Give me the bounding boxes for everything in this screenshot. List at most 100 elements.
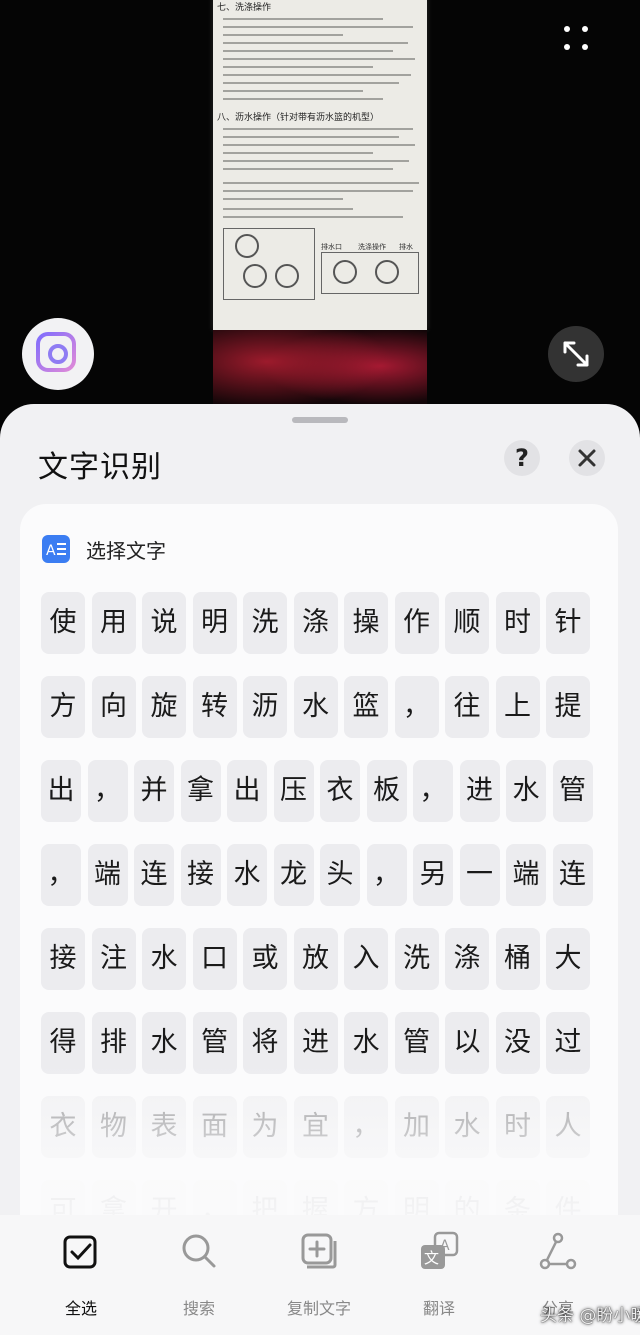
char-token[interactable]: 使 — [41, 592, 85, 654]
char-token[interactable]: 压 — [273, 760, 314, 822]
char-token[interactable]: 衣 — [320, 760, 360, 822]
char-token[interactable]: 进 — [459, 760, 500, 822]
char-token[interactable]: 管 — [552, 760, 593, 822]
char-token[interactable]: 板 — [366, 760, 407, 822]
translate-button[interactable]: A 文 翻译 — [384, 1231, 494, 1321]
text-line: 使用说明洗涤操作顺时针 — [41, 592, 601, 654]
panel-label: 排水 — [399, 243, 413, 251]
char-token[interactable]: 洗 — [243, 592, 287, 654]
text-line: ，端连接水龙头，另一端连 — [41, 844, 601, 906]
char-token[interactable]: 注 — [91, 928, 136, 990]
char-token[interactable]: 接 — [41, 928, 85, 990]
char-token[interactable]: 涤 — [293, 592, 338, 654]
char-token[interactable]: 用 — [91, 592, 136, 654]
char-token[interactable]: 水 — [506, 760, 546, 822]
search-label: 搜索 — [182, 1299, 215, 1318]
char-token[interactable]: 说 — [142, 592, 186, 654]
char-token[interactable]: 出 — [227, 760, 267, 822]
char-token[interactable]: 龙 — [273, 844, 314, 906]
select-text-icon: A — [42, 535, 70, 563]
char-token[interactable]: 出 — [41, 760, 81, 822]
copy-text-label: 复制文字 — [286, 1299, 351, 1318]
panel-label: 洗涤操作 — [358, 243, 386, 251]
char-token[interactable]: ， — [413, 760, 453, 822]
char-token[interactable]: ， — [87, 760, 128, 822]
char-token[interactable]: 旋 — [142, 676, 186, 738]
char-token[interactable]: 针 — [546, 592, 590, 654]
char-token[interactable]: 口 — [192, 928, 237, 990]
recognized-text-card: A 选择文字 使用说明洗涤操作顺时针方向旋转沥水篮，往上提出，并拿出压衣板，进水… — [20, 504, 618, 1244]
char-token[interactable]: 头 — [320, 844, 360, 906]
char-token[interactable]: 洗 — [394, 928, 439, 990]
char-token[interactable]: 水 — [293, 676, 338, 738]
select-all-icon — [63, 1235, 97, 1269]
document-heading: 七、洗涤操作 — [217, 3, 272, 13]
char-token[interactable]: 拿 — [180, 760, 221, 822]
char-token[interactable]: 端 — [87, 844, 128, 906]
more-options-button[interactable] — [556, 18, 596, 58]
translate-label: 翻译 — [422, 1299, 455, 1318]
camera-preview: 七、洗涤操作 八、沥水操作（针对带有沥水篮的机型） 排水口 洗涤操作 排水 — [0, 0, 640, 420]
sheet-title: 文字识别 — [38, 450, 162, 485]
copy-text-button[interactable]: 复制文字 — [264, 1231, 374, 1321]
char-token[interactable]: 沥 — [243, 676, 287, 738]
text-line: 接注水口或放入洗涤桶大 — [41, 928, 601, 990]
char-token[interactable]: 操 — [344, 592, 388, 654]
char-token[interactable]: 桶 — [495, 928, 540, 990]
text-line: 方向旋转沥水篮，往上提 — [41, 676, 601, 738]
svg-text:文: 文 — [424, 1249, 439, 1267]
char-token[interactable]: 向 — [91, 676, 136, 738]
select-text-row[interactable]: A 选择文字 — [42, 532, 166, 566]
sheet-grabber[interactable] — [292, 417, 348, 423]
char-token[interactable]: 端 — [506, 844, 546, 906]
char-token[interactable]: 一 — [459, 844, 500, 906]
text-line: 出，并拿出压衣板，进水管 — [41, 760, 601, 822]
scanned-document: 七、洗涤操作 八、沥水操作（针对带有沥水篮的机型） 排水口 洗涤操作 排水 — [213, 0, 427, 330]
char-token[interactable]: 连 — [134, 844, 174, 906]
scan-lens-button[interactable] — [22, 318, 94, 390]
char-token[interactable]: 或 — [243, 928, 287, 990]
expand-button[interactable] — [548, 326, 604, 382]
char-token[interactable]: 大 — [546, 928, 590, 990]
char-token[interactable]: 放 — [293, 928, 338, 990]
translate-icon: A 文 — [421, 1231, 459, 1269]
char-token[interactable]: ， — [366, 844, 407, 906]
text-recognition-sheet: 文字识别 ? A 选择文字 使用说明洗涤操作顺时针方向旋转沥水篮，往上提出，并拿… — [0, 404, 640, 1335]
char-token[interactable]: 顺 — [445, 592, 489, 654]
char-token[interactable]: 水 — [142, 928, 186, 990]
svg-text:A: A — [46, 543, 56, 559]
char-token[interactable]: 接 — [180, 844, 221, 906]
document-heading: 八、沥水操作（针对带有沥水篮的机型） — [217, 113, 380, 123]
char-token[interactable]: 方 — [41, 676, 85, 738]
char-token[interactable]: 并 — [134, 760, 174, 822]
char-token[interactable]: 涤 — [445, 928, 489, 990]
char-token[interactable]: 时 — [495, 592, 540, 654]
select-all-label: 全选 — [64, 1299, 97, 1318]
help-button[interactable]: ? — [504, 440, 540, 476]
char-token[interactable]: ， — [394, 676, 439, 738]
watermark: 头条 @盼小暖 — [540, 1306, 640, 1326]
select-all-button[interactable]: 全选 — [26, 1231, 136, 1321]
char-token[interactable]: 明 — [192, 592, 237, 654]
expand-icon — [563, 341, 589, 367]
char-token[interactable]: 作 — [394, 592, 439, 654]
search-icon — [182, 1234, 216, 1268]
search-button[interactable]: 搜索 — [144, 1231, 254, 1321]
char-token[interactable]: 上 — [495, 676, 540, 738]
char-token[interactable]: 入 — [344, 928, 388, 990]
char-token[interactable]: ， — [41, 844, 81, 906]
char-token[interactable]: 提 — [546, 676, 590, 738]
select-text-label: 选择文字 — [86, 538, 166, 563]
char-token[interactable]: 连 — [552, 844, 593, 906]
lens-dot-icon — [48, 344, 68, 364]
char-token[interactable]: 转 — [192, 676, 237, 738]
char-token[interactable]: 水 — [227, 844, 267, 906]
char-token[interactable]: 篮 — [344, 676, 388, 738]
char-token[interactable]: 另 — [413, 844, 453, 906]
panel-label: 排水口 — [321, 243, 342, 251]
copy-text-icon — [301, 1233, 337, 1269]
help-icon: ? — [515, 444, 529, 472]
close-button[interactable] — [569, 440, 605, 476]
share-icon — [539, 1232, 577, 1270]
char-token[interactable]: 往 — [445, 676, 489, 738]
